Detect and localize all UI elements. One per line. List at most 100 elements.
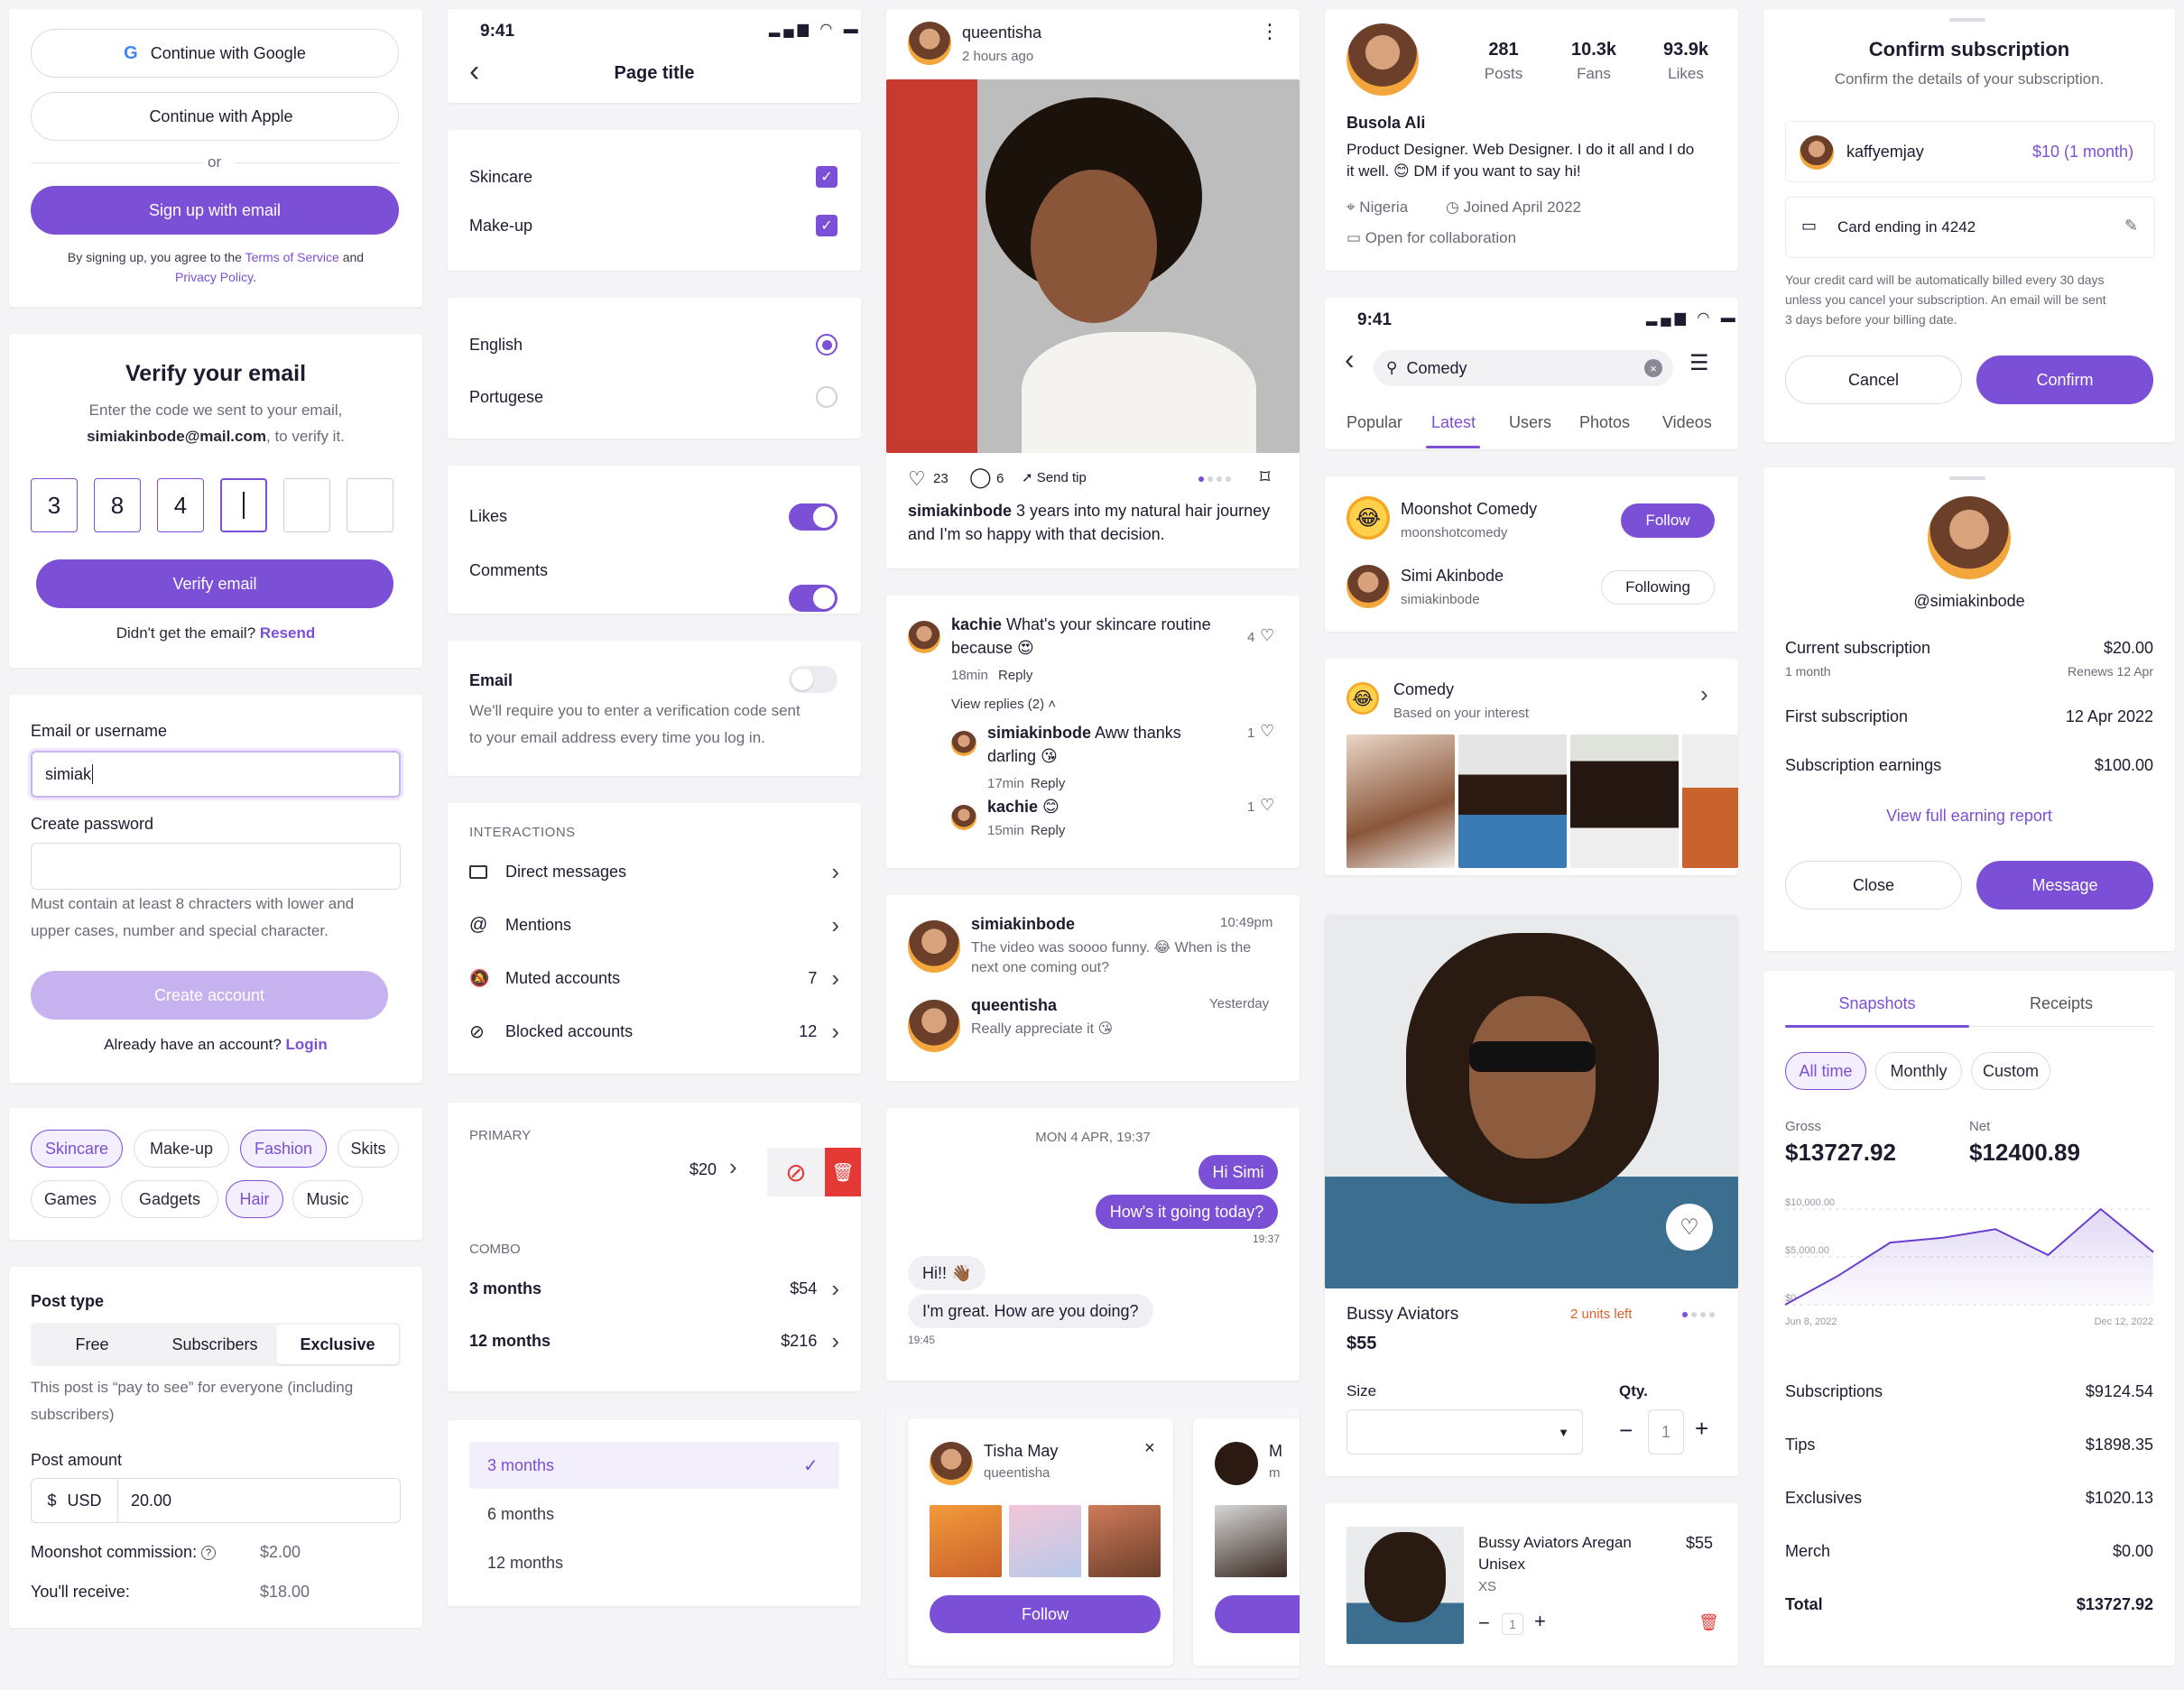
clear-icon[interactable]: × [1644, 359, 1662, 377]
otp-digit[interactable] [283, 478, 330, 532]
email-field[interactable]: simiak [31, 751, 401, 798]
segment-subscribers[interactable]: Subscribers [153, 1335, 276, 1354]
cancel-button[interactable]: Cancel [1785, 356, 1962, 404]
signup-email-button[interactable]: Sign up with email [31, 186, 399, 235]
chip-gadgets[interactable]: Gadgets [121, 1180, 218, 1218]
user-name[interactable]: Moonshot Comedy [1401, 500, 1537, 519]
reply-button[interactable]: Reply [1031, 823, 1065, 838]
otp-digit[interactable]: 3 [31, 478, 78, 532]
filter-all-time[interactable]: All time [1785, 1052, 1866, 1090]
chevron-right-icon[interactable] [729, 1153, 737, 1181]
filter-icon[interactable]: ☰ [1689, 350, 1709, 376]
chip-hair[interactable]: Hair [226, 1180, 283, 1218]
chip-music[interactable]: Music [292, 1180, 363, 1218]
apple-button[interactable]: Continue with Apple [31, 92, 399, 141]
combo-row[interactable]: 12 months $216 [469, 1323, 839, 1359]
chip-skits[interactable]: Skits [338, 1130, 399, 1168]
more-icon[interactable]: ⋮ [1260, 22, 1280, 42]
qty-field[interactable]: 1 [1648, 1409, 1684, 1455]
tab-latest[interactable]: Latest [1431, 413, 1476, 432]
combo-row[interactable]: 3 months $54 [469, 1270, 839, 1307]
size-select[interactable]: ▼ [1346, 1409, 1583, 1455]
segment-free[interactable]: Free [31, 1335, 153, 1354]
interest-photo[interactable] [1570, 734, 1679, 868]
tab-videos[interactable]: Videos [1662, 413, 1712, 432]
suggest-photo[interactable] [1215, 1505, 1287, 1577]
otp-digit[interactable]: 8 [94, 478, 141, 532]
chip-games[interactable]: Games [31, 1180, 110, 1218]
view-replies[interactable]: View replies (2) ˄ [951, 697, 1056, 712]
search-input[interactable]: ⚲ Comedy × [1374, 350, 1673, 386]
comments-toggle[interactable] [789, 585, 838, 612]
segment-exclusive[interactable]: Exclusive [276, 1335, 399, 1354]
close-icon[interactable]: × [1144, 1438, 1155, 1459]
checkbox-checked[interactable]: ✓ [816, 215, 838, 236]
following-button[interactable]: Following [1601, 570, 1715, 605]
interest-photo[interactable] [1346, 734, 1455, 868]
tab-snapshots[interactable]: Snapshots [1785, 994, 1969, 1013]
suggest-photo[interactable] [1088, 1505, 1161, 1577]
login-link[interactable]: Login [286, 1036, 328, 1053]
user-name[interactable]: Simi Akinbode [1401, 567, 1504, 586]
comment-icon[interactable]: ◯ [969, 466, 992, 489]
report-link[interactable]: View full earning report [1763, 807, 2175, 826]
edit-icon[interactable]: ✎ [2124, 217, 2138, 235]
otp-digit[interactable]: 4 [157, 478, 204, 532]
chevron-right-icon[interactable] [1700, 680, 1708, 708]
minus-button[interactable]: − [1478, 1612, 1490, 1635]
tab-receipts[interactable]: Receipts [1969, 994, 2153, 1013]
tab-popular[interactable]: Popular [1346, 413, 1402, 432]
plus-button[interactable]: + [1534, 1610, 1546, 1633]
post-user[interactable]: queentisha [962, 23, 1041, 42]
bookmark-icon[interactable]: ⌑ [1260, 466, 1270, 489]
message-user[interactable]: queentisha [971, 996, 1057, 1015]
suggest-photo[interactable] [930, 1505, 1002, 1577]
privacy-link[interactable]: Privacy Policy [175, 270, 253, 284]
confirm-button[interactable]: Confirm [1976, 356, 2153, 404]
tab-photos[interactable]: Photos [1579, 413, 1630, 432]
password-field[interactable] [31, 843, 401, 890]
create-account-button[interactable]: Create account [31, 971, 388, 1020]
block-swipe-action[interactable]: ⊘ [767, 1148, 825, 1196]
checkbox-checked[interactable]: ✓ [816, 166, 838, 188]
delete-swipe-action[interactable]: 🗑 [825, 1148, 861, 1196]
reply-button[interactable]: Reply [1031, 776, 1065, 791]
interest-photo[interactable] [1458, 734, 1567, 868]
email-toggle[interactable] [789, 666, 838, 693]
heart-icon[interactable]: ♡ [1260, 796, 1274, 815]
qty-field[interactable]: 1 [1502, 1613, 1523, 1635]
interaction-row[interactable]: ⊘ Blocked accounts 12 [469, 1013, 839, 1049]
follow-button[interactable]: Follow [930, 1595, 1161, 1633]
terms-link[interactable]: Terms of Service [245, 250, 339, 264]
chip-makeup[interactable]: Make-up [134, 1130, 229, 1168]
message-user[interactable]: simiakinbode [971, 915, 1075, 934]
otp-digit-active[interactable] [220, 478, 267, 532]
resend-link[interactable]: Resend [260, 624, 315, 642]
verify-button[interactable]: Verify email [36, 559, 393, 608]
dropdown-option[interactable]: 12 months [487, 1554, 563, 1573]
heart-icon[interactable]: ♡ [1666, 1204, 1713, 1251]
tab-users[interactable]: Users [1509, 413, 1551, 432]
filter-monthly[interactable]: Monthly [1875, 1052, 1962, 1090]
reply-button[interactable]: Reply [998, 668, 1032, 683]
close-button[interactable]: Close [1785, 861, 1962, 910]
interaction-row[interactable]: Direct messages [469, 854, 839, 890]
google-button[interactable]: G Continue with Google [31, 29, 399, 78]
follow-button[interactable] [1215, 1595, 1300, 1633]
interaction-row[interactable]: @ Mentions [469, 907, 839, 943]
radio-selected[interactable] [816, 334, 838, 356]
post-image[interactable] [886, 79, 1300, 453]
dropdown-option[interactable]: 6 months [487, 1505, 554, 1524]
likes-toggle[interactable] [789, 503, 838, 531]
filter-custom[interactable]: Custom [1971, 1052, 2050, 1090]
radio-unselected[interactable] [816, 386, 838, 408]
back-icon[interactable]: ‹ [1345, 343, 1355, 376]
heart-icon[interactable]: ♡ [1260, 626, 1274, 645]
message-button[interactable]: Message [1976, 861, 2153, 910]
plus-button[interactable]: + [1695, 1415, 1708, 1443]
send-tip-button[interactable]: ➚ Send tip [1022, 469, 1087, 485]
otp-digit[interactable] [347, 478, 393, 532]
heart-icon[interactable]: ♡ [1260, 722, 1274, 741]
post-amount-field[interactable]: $ USD 20.00 [31, 1478, 401, 1523]
minus-button[interactable]: − [1619, 1417, 1633, 1445]
